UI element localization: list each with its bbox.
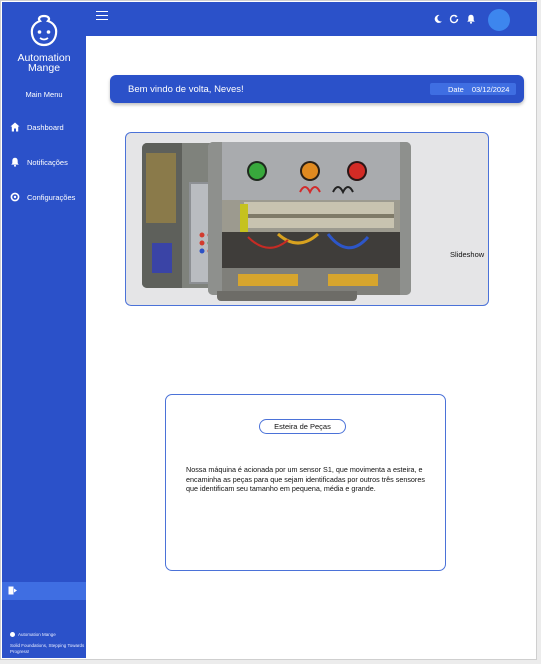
footer-brand: Automation Mange — [10, 632, 56, 637]
home-icon — [9, 121, 21, 133]
brand-line-2: Mange — [27, 62, 61, 74]
welcome-message: Bem vindo de volta, Neves! — [128, 84, 244, 95]
gear-icon — [9, 191, 21, 203]
sidebar-item-label: Dashboard — [27, 122, 64, 132]
slideshow-label: Slideshow — [450, 250, 485, 259]
slideshow-photo-front — [208, 142, 411, 295]
moon-icon[interactable] — [433, 14, 443, 24]
sidebar-item-label: Notificações — [27, 157, 68, 167]
info-card-title: Esteira de Peças — [259, 419, 346, 434]
info-card: Esteira de Peças Nossa máquina é acionad… — [165, 394, 446, 571]
footer-logo-icon — [10, 632, 15, 637]
footer-tagline: Solid Foundations, Stepping Towards Prog… — [10, 643, 85, 654]
sidebar: Automation Mange Main Menu Dashboard Not… — [2, 2, 86, 658]
avatar[interactable] — [488, 9, 510, 31]
sidebar-item-notificacoes[interactable]: Notificações — [9, 154, 68, 170]
sidebar-item-configuracoes[interactable]: Configurações — [9, 189, 75, 205]
slideshow-photo-strip — [217, 291, 357, 301]
welcome-banner: Bem vindo de volta, Neves! Date 03/12/20… — [110, 75, 524, 103]
menu-icon[interactable] — [96, 11, 108, 21]
logout-button[interactable] — [2, 582, 86, 600]
logout-icon — [8, 582, 18, 600]
brand-name: Automation Mange — [2, 53, 86, 74]
bell-icon — [9, 156, 21, 168]
main-menu-label: Main Menu — [25, 90, 63, 99]
bell-icon[interactable] — [466, 14, 476, 24]
info-card-text: Nossa máquina é acionada por um sensor S… — [186, 465, 425, 493]
refresh-icon[interactable] — [449, 14, 459, 24]
slideshow-card[interactable]: Slideshow — [125, 132, 489, 306]
date-badge: Date 03/12/2024 — [430, 83, 516, 95]
robot-logo-icon — [30, 14, 58, 47]
footer-brand-text: Automation Mange — [18, 632, 56, 637]
date-value: 03/12/2024 — [471, 84, 510, 94]
sidebar-item-label: Configurações — [27, 192, 76, 202]
date-label: Date — [448, 84, 464, 94]
sidebar-item-dashboard[interactable]: Dashboard — [9, 119, 64, 135]
top-bar — [86, 2, 537, 36]
